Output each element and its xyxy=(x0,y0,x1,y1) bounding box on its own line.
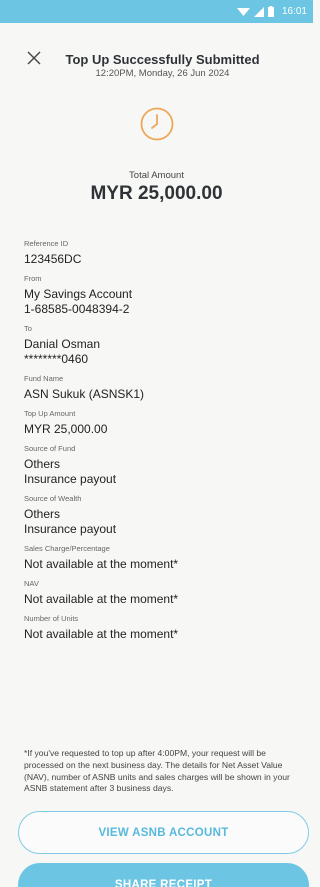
field-value-line: 1-68585-0048394-2 xyxy=(24,302,130,316)
page-title: Top Up Successfully Submitted xyxy=(65,52,260,67)
field-value: ASN Sukuk (ASNSK1) xyxy=(24,387,145,401)
field-value: My Savings Account 1-68585-0048394-2 xyxy=(24,287,293,317)
disclaimer-note: *If you've requested to top up after 4:0… xyxy=(24,748,290,794)
header: Top Up Successfully Submitted 12:20PM, M… xyxy=(0,23,313,79)
signal-icon xyxy=(253,6,264,17)
field-label: Sales Charge/Percentage xyxy=(24,544,110,553)
field-value-line: My Savings Account xyxy=(24,287,133,301)
field-value: Danial Osman ********0460 xyxy=(24,337,293,367)
field-value-line: Insurance payout xyxy=(24,522,117,536)
total-amount-label: Total Amount xyxy=(129,170,184,181)
clock-icon xyxy=(140,107,174,146)
field-label: Number of Units xyxy=(24,614,79,623)
field-fund-name: Fund Name ASN Sukuk (ASNSK1) xyxy=(24,373,293,402)
field-from: From My Savings Account 1-68585-0048394-… xyxy=(24,273,293,317)
receipt-page: Top Up Successfully Submitted 12:20PM, M… xyxy=(0,23,313,887)
field-label: From xyxy=(24,274,42,283)
submitted-timestamp: 12:20PM, Monday, 26 Jun 2024 xyxy=(95,68,230,79)
total-amount-value: MYR 25,000.00 xyxy=(90,183,223,204)
field-label: Source of Fund xyxy=(24,444,76,453)
field-label: Source of Wealth xyxy=(24,494,82,503)
battery-icon xyxy=(267,6,274,17)
field-value-line: Danial Osman xyxy=(24,337,101,351)
field-value: 123456DC xyxy=(24,252,82,266)
field-reference-id: Reference ID 123456DC xyxy=(24,238,293,267)
view-asnb-account-button[interactable]: VIEW ASNB ACCOUNT xyxy=(18,811,309,854)
field-to: To Danial Osman ********0460 xyxy=(24,323,293,367)
field-value-line: ********0460 xyxy=(24,352,89,366)
field-value-line: Others xyxy=(24,507,61,521)
field-source-of-fund: Source of Fund Others Insurance payout xyxy=(24,443,293,487)
field-value: Others Insurance payout xyxy=(24,507,293,537)
status-time: 16:01 xyxy=(281,6,307,17)
field-label: Top Up Amount xyxy=(24,409,76,418)
field-value-line: Insurance payout xyxy=(24,472,117,486)
field-value: Others Insurance payout xyxy=(24,457,293,487)
field-value: Not available at the moment* xyxy=(24,557,179,571)
field-value: MYR 25,000.00 xyxy=(24,422,108,436)
receipt-details: Reference ID 123456DC From My Savings Ac… xyxy=(24,238,293,648)
field-value-line: Others xyxy=(24,457,61,471)
field-number-of-units: Number of Units Not available at the mom… xyxy=(24,613,293,642)
wifi-icon xyxy=(236,7,250,17)
field-nav: NAV Not available at the moment* xyxy=(24,578,293,607)
field-value: Not available at the moment* xyxy=(24,592,179,606)
field-label: To xyxy=(24,324,32,333)
field-value: Not available at the moment* xyxy=(24,627,179,641)
field-sales-charge: Sales Charge/Percentage Not available at… xyxy=(24,543,293,572)
field-top-up-amount: Top Up Amount MYR 25,000.00 xyxy=(24,408,293,437)
field-label: Fund Name xyxy=(24,374,64,383)
status-bar: 16:01 xyxy=(0,0,313,23)
share-receipt-button[interactable]: SHARE RECEIPT xyxy=(18,863,309,887)
field-label: NAV xyxy=(24,579,39,588)
field-label: Reference ID xyxy=(24,239,69,248)
status-icon-wrap xyxy=(0,107,313,146)
field-source-of-wealth: Source of Wealth Others Insurance payout xyxy=(24,493,293,537)
